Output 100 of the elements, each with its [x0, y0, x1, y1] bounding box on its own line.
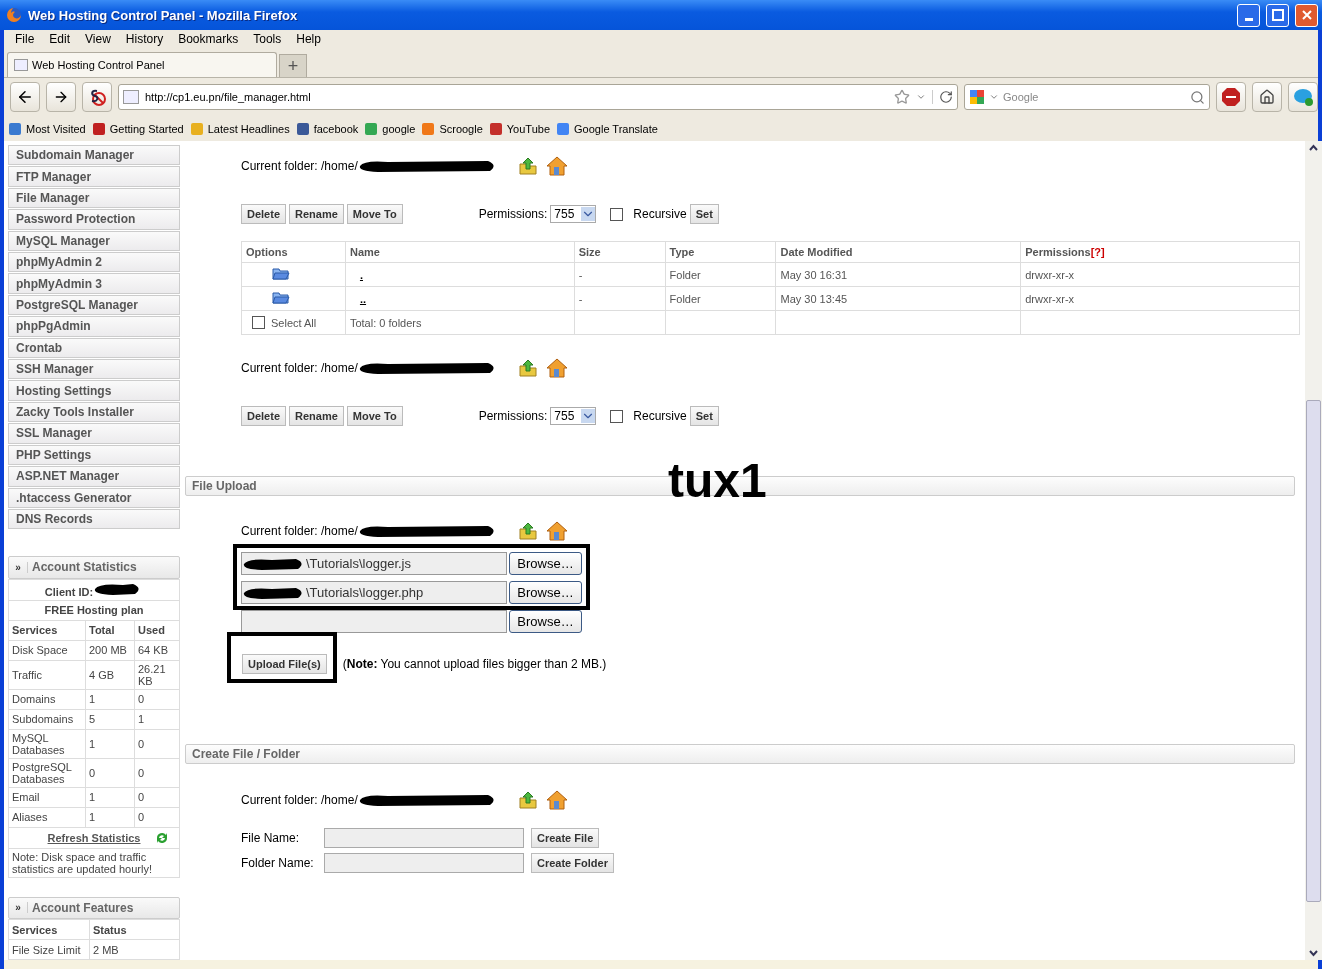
panel-header[interactable]: » Account Features [8, 896, 180, 919]
sidebar-item[interactable]: SSH Manager [8, 359, 180, 380]
menu-item[interactable]: History [125, 32, 164, 46]
maximize-button[interactable] [1266, 3, 1289, 27]
menu-item[interactable]: Bookmarks [178, 32, 239, 46]
column-header: Services [8, 620, 86, 641]
bookmark-icon [8, 121, 22, 136]
bookmark-link[interactable]: google [364, 121, 416, 136]
action-button[interactable]: Delete [241, 406, 287, 426]
scroll-thumb[interactable] [1306, 399, 1321, 902]
home-icon[interactable] [545, 790, 568, 810]
browser-tab[interactable]: Web Hosting Control Panel [7, 52, 277, 77]
sidebar-item[interactable]: DNS Records [8, 508, 180, 530]
set-button[interactable]: Set [689, 204, 719, 224]
bookmark-link[interactable]: Scroogle [421, 121, 483, 136]
bookmark-link[interactable]: facebook [295, 121, 359, 136]
home-icon[interactable] [545, 358, 568, 378]
table-cell: - [574, 262, 666, 287]
sidebar-item[interactable]: SSL Manager [8, 423, 180, 444]
sidebar-item[interactable]: Zacky Tools Installer [8, 401, 180, 423]
browse-button[interactable]: Browse… [509, 610, 582, 633]
sidebar-item[interactable]: FTP Manager [8, 166, 180, 187]
sidebar-item[interactable]: Hosting Settings [8, 380, 180, 401]
sidebar-item[interactable]: Password Protection [8, 209, 180, 230]
table-cell: 1 [85, 689, 135, 710]
back-icon [16, 88, 34, 106]
new-tab-button[interactable]: + [279, 54, 307, 77]
upload-button[interactable]: Upload File(s) [242, 654, 327, 674]
search-field[interactable]: Google [964, 84, 1210, 110]
table-cell: 1 [85, 729, 135, 759]
sidebar-item[interactable]: phpMyAdmin 2 [8, 252, 180, 273]
folder-up-icon[interactable] [517, 521, 538, 541]
sidebar-item[interactable]: MySQL Manager [8, 230, 180, 252]
folder-icon[interactable] [272, 267, 290, 280]
permissions-select[interactable]: 755 [550, 205, 597, 223]
action-button[interactable]: Delete [241, 204, 287, 224]
name-input-field[interactable] [324, 852, 524, 873]
permissions-select[interactable]: 755 [550, 407, 597, 425]
select-all-checkbox[interactable] [252, 316, 265, 329]
file-path-field[interactable] [241, 610, 507, 633]
bookmark-link[interactable]: Getting Started [91, 121, 184, 136]
scrollbar[interactable] [1305, 141, 1322, 960]
sidebar-item[interactable]: ASP.NET Manager [8, 466, 180, 487]
table-cell: 0 [134, 787, 180, 808]
menu-item[interactable]: File [15, 32, 35, 46]
expand-toggle[interactable]: » [9, 562, 28, 573]
file-path-field[interactable]: \Tutorials\logger.js [241, 552, 507, 575]
browse-button[interactable]: Browse… [509, 552, 582, 575]
adblock-button[interactable] [1216, 82, 1246, 112]
sidebar-item[interactable]: phpMyAdmin 3 [8, 273, 180, 294]
file-path-field[interactable]: \Tutorials\logger.php [241, 581, 507, 604]
sidebar-item[interactable]: .htaccess Generator [8, 487, 180, 508]
action-button[interactable]: Move To [346, 204, 403, 224]
folder-link[interactable]: . [349, 268, 363, 281]
minimize-button[interactable] [1237, 3, 1260, 27]
sidebar-item[interactable]: Crontab [8, 337, 180, 359]
maximize-icon [1271, 9, 1284, 21]
recursive-checkbox[interactable] [610, 409, 624, 423]
table-cell: Disk Space [8, 640, 86, 661]
action-button[interactable]: Move To [346, 406, 403, 426]
help-link[interactable]: [?] [1090, 246, 1105, 258]
bookmark-link[interactable]: YouTube [488, 121, 551, 136]
action-button[interactable]: Rename [289, 406, 344, 426]
home-icon[interactable] [545, 156, 568, 176]
address-bar[interactable]: http://cp1.eu.pn/file_manager.html [118, 84, 958, 110]
create-button[interactable]: Create File [531, 827, 600, 848]
back-button[interactable] [10, 82, 40, 112]
folder-link[interactable]: .. [349, 292, 367, 305]
sidebar-item[interactable]: File Manager [8, 187, 180, 209]
menu-item[interactable]: Tools [253, 32, 282, 46]
bookmark-link[interactable]: Google Translate [556, 121, 658, 136]
name-input-field[interactable] [324, 827, 524, 848]
sidebar-item[interactable]: Subdomain Manager [8, 145, 180, 166]
menu-item[interactable]: View [85, 32, 111, 46]
browse-button[interactable]: Browse… [509, 581, 582, 604]
recursive-checkbox[interactable] [610, 207, 624, 221]
phone-addon-button[interactable] [1288, 82, 1318, 112]
script-block-button[interactable] [82, 82, 112, 112]
folder-up-icon[interactable] [517, 358, 538, 378]
folder-up-icon[interactable] [517, 790, 538, 810]
set-button[interactable]: Set [689, 406, 719, 426]
sidebar-item[interactable]: PHP Settings [8, 444, 180, 466]
table-cell: 0 [85, 758, 135, 788]
expand-toggle[interactable]: » [9, 902, 28, 914]
bookmark-link[interactable]: Latest Headlines [189, 121, 290, 136]
folder-up-icon[interactable] [517, 156, 538, 176]
sidebar-item[interactable]: phpPgAdmin [8, 316, 180, 337]
forward-button[interactable] [46, 82, 76, 112]
panel-header[interactable]: » Account Statistics [8, 556, 180, 579]
menu-item[interactable]: Help [296, 32, 321, 46]
table-cell: 0 [134, 729, 180, 759]
create-button[interactable]: Create Folder [531, 852, 614, 873]
home-button[interactable] [1252, 82, 1282, 112]
menu-item[interactable]: Edit [49, 32, 71, 46]
home-icon[interactable] [545, 521, 568, 541]
bookmark-link[interactable]: Most Visited [8, 121, 86, 136]
sidebar-item[interactable]: PostgreSQL Manager [8, 294, 180, 316]
close-button[interactable] [1295, 3, 1318, 27]
action-button[interactable]: Rename [289, 204, 344, 224]
folder-icon[interactable] [272, 291, 290, 304]
